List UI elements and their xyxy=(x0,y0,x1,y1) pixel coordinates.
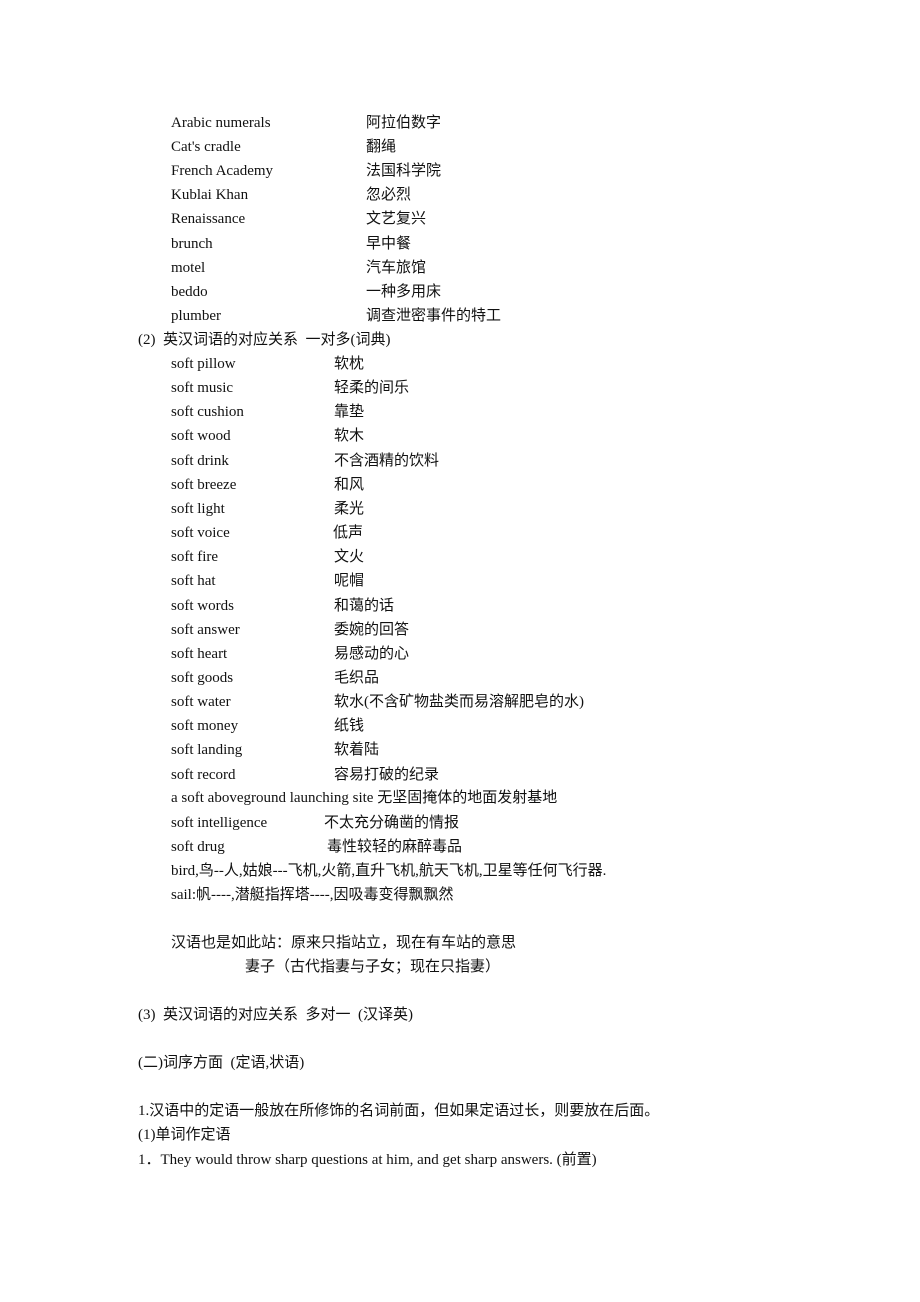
rule-attributive: 1.汉语中的定语一般放在所修饰的名词前面，但如果定语过长，则要放在后面。 xyxy=(138,1103,660,1119)
term-chinese: 文火 xyxy=(334,549,365,566)
term-chinese: 和蔼的话 xyxy=(334,597,395,614)
term-english: soft landing xyxy=(171,742,243,759)
heading-one-to-many: (2) 英汉词语的对应关系 一对多(词典) xyxy=(138,332,391,348)
term-chinese: 法国科学院 xyxy=(366,163,442,180)
term-english: soft record xyxy=(171,766,236,783)
term-chinese: 易感动的心 xyxy=(334,645,410,662)
term-english: Renaissance xyxy=(171,211,246,228)
bird-line: bird,鸟--人,姑娘---飞机,火箭,直升飞机,航天飞机,卫星等任何飞行器. xyxy=(171,863,607,879)
term-english: motel xyxy=(171,259,206,276)
term-english: French Academy xyxy=(171,163,274,180)
term-chinese: 早中餐 xyxy=(366,235,412,252)
term-chinese: 柔光 xyxy=(334,500,365,517)
term-english: soft light xyxy=(171,500,225,517)
term-chinese: 软着陆 xyxy=(334,742,380,759)
term-english: soft drink xyxy=(171,452,229,469)
chinese-note-wife: 妻子（古代指妻与子女；现在只指妻） xyxy=(245,959,501,975)
sail-line: sail:帆----,潜艇指挥塔----,因吸毒变得飘飘然 xyxy=(171,887,454,903)
term-chinese: 纸钱 xyxy=(334,718,365,735)
intelligence-zh: 不太充分确凿的情报 xyxy=(324,815,460,831)
term-chinese: 阿拉伯数字 xyxy=(366,115,442,131)
term-chinese: 一种多用床 xyxy=(366,283,442,300)
subheading-single-word: (1)单词作定语 xyxy=(138,1127,231,1143)
term-chinese: 靠垫 xyxy=(334,404,365,421)
term-english: soft fire xyxy=(171,549,219,566)
term-chinese: 毛织品 xyxy=(334,669,380,686)
term-chinese: 文艺复兴 xyxy=(366,211,427,228)
term-english: soft words xyxy=(171,597,234,614)
term-english: plumber xyxy=(171,307,221,324)
drug-zh: 毒性较轻的麻醉毒品 xyxy=(327,839,463,855)
term-english: Arabic numerals xyxy=(171,115,271,131)
term-english: soft water xyxy=(171,694,231,711)
term-english: beddo xyxy=(171,283,208,300)
term-english: soft answer xyxy=(171,621,240,638)
term-english: soft money xyxy=(171,718,239,735)
term-english: brunch xyxy=(171,235,213,252)
term-english: Cat's cradle xyxy=(171,139,241,156)
term-chinese: 不含酒精的饮料 xyxy=(334,452,440,469)
term-english: soft breeze xyxy=(171,476,237,493)
chinese-note-station: 汉语也是如此站：原来只指站立，现在有车站的意思 xyxy=(171,935,517,951)
term-chinese: 和风 xyxy=(334,476,365,493)
term-chinese: 低声 xyxy=(333,525,364,542)
example-sentence: 1．They would throw sharp questions at hi… xyxy=(138,1152,597,1168)
term-english: Kublai Khan xyxy=(171,187,249,204)
term-chinese: 软水(不含矿物盐类而易溶解肥皂的水) xyxy=(334,694,584,711)
term-chinese: 软木 xyxy=(334,428,365,445)
drug-en: soft drug xyxy=(171,839,225,855)
term-english: soft goods xyxy=(171,669,234,686)
intelligence-en: soft intelligence xyxy=(171,815,268,831)
term-english: soft hat xyxy=(171,573,216,590)
term-english: soft music xyxy=(171,380,234,397)
term-english: soft cushion xyxy=(171,404,244,421)
term-chinese: 委婉的回答 xyxy=(334,621,410,638)
term-chinese: 调查泄密事件的特工 xyxy=(366,307,502,324)
term-english: soft wood xyxy=(171,428,231,445)
term-chinese: 软枕 xyxy=(334,356,365,372)
term-english: soft heart xyxy=(171,645,228,662)
term-chinese: 忽必烈 xyxy=(366,187,412,204)
launch-site-entry: a soft aboveground launching site 无坚固掩体的… xyxy=(171,790,558,806)
term-chinese: 翻绳 xyxy=(366,139,397,156)
term-chinese: 轻柔的间乐 xyxy=(334,380,410,397)
term-english: soft pillow xyxy=(171,356,236,372)
term-english: soft voice xyxy=(171,525,230,542)
heading-word-order: (二)词序方面 (定语,状语) xyxy=(138,1055,305,1071)
term-chinese: 呢帽 xyxy=(334,573,365,590)
term-chinese: 汽车旅馆 xyxy=(366,259,427,276)
heading-many-to-one: (3) 英汉词语的对应关系 多对一 (汉译英) xyxy=(138,1007,413,1023)
term-chinese: 容易打破的纪录 xyxy=(334,766,440,783)
